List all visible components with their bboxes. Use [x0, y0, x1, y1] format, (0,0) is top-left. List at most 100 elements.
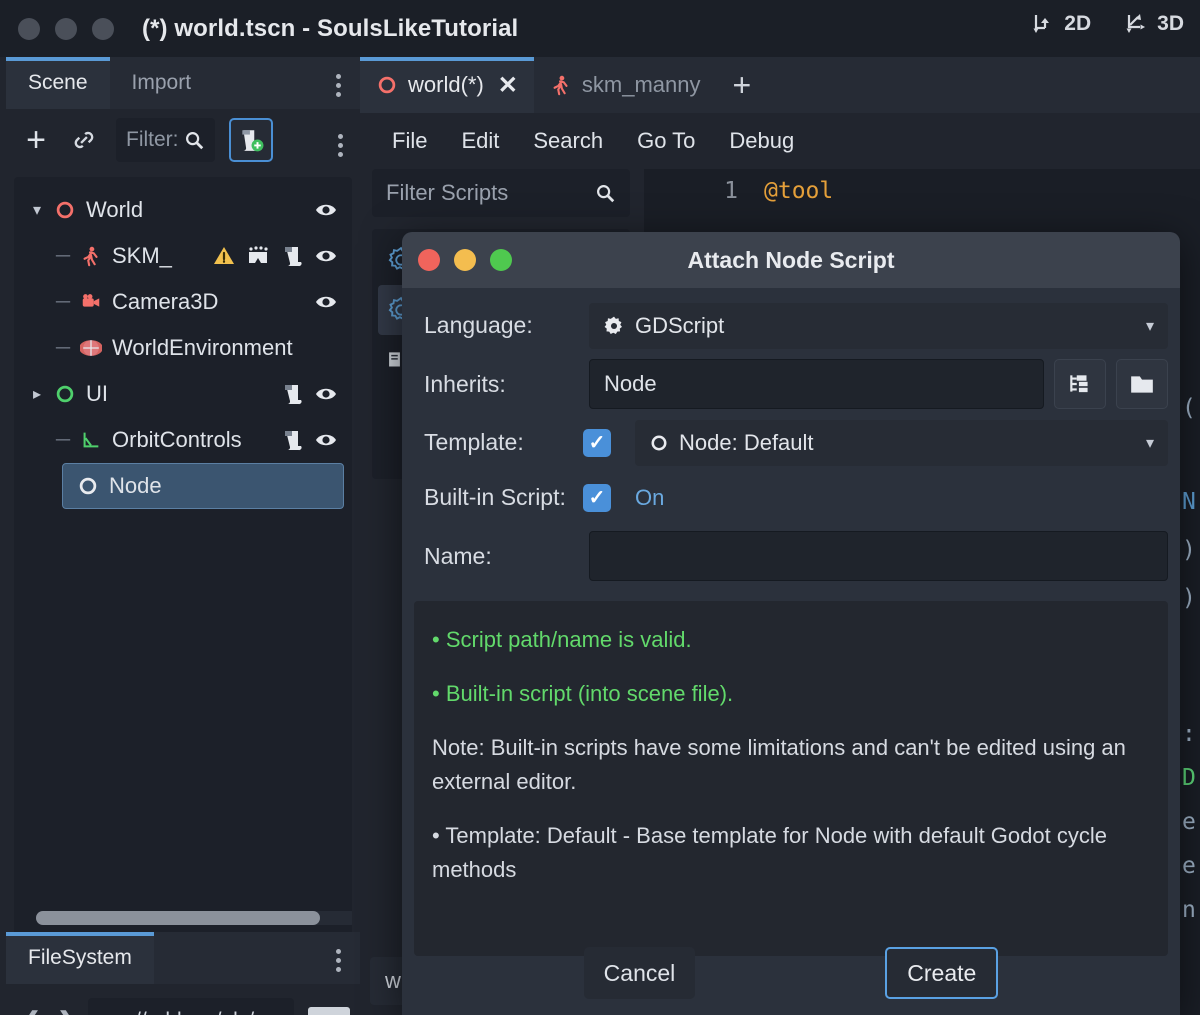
inherits-label: Inherits:	[424, 370, 506, 397]
add-node-button[interactable]: +	[16, 120, 56, 160]
tab-filesystem[interactable]: FileSystem	[6, 932, 154, 984]
chevron-right-icon[interactable]: ❯	[52, 1006, 82, 1015]
chevron-left-icon[interactable]: ❮	[16, 1006, 46, 1015]
camera3d-icon	[76, 291, 106, 313]
chevron-down-icon[interactable]: ▾	[24, 200, 50, 220]
close-icon[interactable]: ✕	[498, 71, 518, 100]
code-line: 1 @tool	[644, 169, 1200, 213]
inherits-browse-button[interactable]	[1116, 359, 1168, 409]
dialog-traffic-lights	[418, 249, 512, 271]
code-fragment: e	[1182, 809, 1196, 835]
filesystem-menu-button[interactable]	[333, 946, 344, 975]
scene-dock-tabbar: Scene Import	[6, 57, 360, 109]
name-row: Name:	[414, 525, 1168, 587]
template-select[interactable]: Node: Default ▾	[635, 419, 1168, 466]
visibility-eye-icon[interactable]	[314, 290, 338, 314]
tab-import[interactable]: Import	[110, 57, 214, 109]
script-editor-tabbar: world(*) ✕ skm_manny +	[360, 57, 1200, 113]
kebab-icon	[336, 74, 341, 79]
window-minimize-button[interactable]	[55, 17, 77, 40]
new-script-tab-button[interactable]: +	[717, 67, 768, 104]
window-traffic-lights	[18, 17, 114, 40]
name-input[interactable]	[589, 531, 1168, 581]
tree-item-label: WorldEnvironment	[112, 335, 293, 360]
code-fragment: )	[1182, 537, 1196, 563]
skeleton3d-icon	[76, 245, 106, 267]
visibility-eye-icon[interactable]	[314, 244, 338, 268]
language-select[interactable]: GDScript ▾	[589, 302, 1168, 349]
visibility-eye-icon[interactable]	[314, 382, 338, 406]
cancel-button[interactable]: Cancel	[583, 947, 696, 999]
tree-row-icons	[314, 198, 338, 222]
scene-tree-menu-button[interactable]	[335, 131, 346, 160]
script-tab-skm-manny[interactable]: skm_manny	[534, 57, 717, 113]
scene-filter-label: Filter:	[126, 128, 179, 151]
tree-guide-line: ─	[55, 290, 71, 313]
tree-item-worldenvironment[interactable]: ─ WorldEnvironment	[14, 325, 352, 371]
inherits-tree-picker-button[interactable]	[1054, 359, 1106, 409]
window-close-button[interactable]	[18, 17, 40, 40]
inherits-input[interactable]: Node	[589, 359, 1044, 409]
tree-guide-line: ─	[55, 336, 71, 359]
attach-script-button[interactable]	[228, 118, 273, 162]
move-3d-icon	[1126, 14, 1146, 33]
tree-row-icons	[212, 244, 338, 268]
scene-dock-menu-button[interactable]	[333, 71, 344, 100]
move-2d-icon	[1033, 15, 1050, 33]
filesystem-path-field[interactable]: res://addons/ply/	[88, 998, 294, 1015]
scene-dock: Scene Import + Filter: ▾ World ─ SKM_ ─ …	[0, 57, 360, 1015]
visibility-eye-icon[interactable]	[314, 198, 338, 222]
tree-item-label: Camera3D	[112, 289, 219, 314]
animation-icon[interactable]	[246, 244, 270, 268]
language-row: Language: GDScript ▾	[414, 298, 1168, 353]
tree-item-orbitcontrols[interactable]: ─ OrbitControls	[14, 417, 352, 463]
node-icon	[651, 435, 667, 450]
name-label: Name:	[424, 542, 492, 569]
status-note: • Template: Default - Base template for …	[432, 823, 1107, 883]
tab-scene[interactable]: Scene	[6, 57, 110, 109]
builtin-script-row: Built-in Script: ✓ On	[414, 470, 1168, 525]
visibility-eye-icon[interactable]	[314, 428, 338, 452]
menu-search[interactable]: Search	[521, 122, 615, 160]
menu-debug[interactable]: Debug	[717, 122, 806, 160]
scene-tree-horizontal-scrollbar[interactable]	[36, 911, 352, 925]
link-icon	[74, 131, 94, 149]
script-tab-world[interactable]: world(*) ✕	[360, 57, 534, 113]
view-mode-2d-button[interactable]: 2D	[1026, 8, 1097, 40]
scene-filter-input[interactable]: Filter:	[116, 118, 215, 162]
script-icon[interactable]	[280, 428, 304, 452]
chevron-right-icon[interactable]: ▸	[24, 384, 50, 404]
tree-item-ui[interactable]: ▸ UI	[14, 371, 352, 417]
script-icon[interactable]	[280, 382, 304, 406]
menu-goto[interactable]: Go To	[625, 122, 707, 160]
template-checkbox[interactable]: ✓	[583, 428, 611, 457]
script-icon[interactable]	[280, 244, 304, 268]
scrollbar-thumb[interactable]	[36, 911, 320, 925]
menu-edit[interactable]: Edit	[449, 122, 511, 160]
instance-scene-button[interactable]	[64, 120, 104, 160]
tree-guide-line: ─	[55, 244, 71, 267]
tree-item-skm[interactable]: ─ SKM_	[14, 233, 352, 279]
menu-file[interactable]: File	[380, 122, 439, 160]
tree-row-icons	[280, 382, 338, 406]
chevron-down-icon: ▾	[1145, 434, 1154, 452]
view-list-icon[interactable]	[308, 1007, 350, 1015]
skeleton3d-icon	[553, 75, 568, 96]
tree-item-label: UI	[86, 381, 108, 406]
node3d-icon	[378, 76, 396, 94]
view-mode-3d-button[interactable]: 3D	[1119, 8, 1190, 40]
dialog-minimize-button[interactable]	[454, 249, 476, 271]
dialog-maximize-button[interactable]	[490, 249, 512, 271]
status-note: • Script path/name is valid.	[432, 627, 692, 652]
tab-import-label: Import	[131, 71, 192, 94]
warning-icon[interactable]	[212, 244, 236, 268]
dialog-close-button[interactable]	[418, 249, 440, 271]
tree-item-world[interactable]: ▾ World	[14, 187, 352, 233]
tree-item-node[interactable]: Node	[62, 463, 344, 509]
create-button[interactable]: Create	[885, 947, 999, 999]
dialog-form: Language: GDScript ▾ Inherits: Node Temp…	[402, 288, 1180, 587]
filter-scripts-input[interactable]: Filter Scripts	[372, 169, 630, 217]
tree-item-camera3d[interactable]: ─ Camera3D	[14, 279, 352, 325]
builtin-script-checkbox[interactable]: ✓	[583, 483, 611, 512]
window-maximize-button[interactable]	[92, 17, 114, 40]
